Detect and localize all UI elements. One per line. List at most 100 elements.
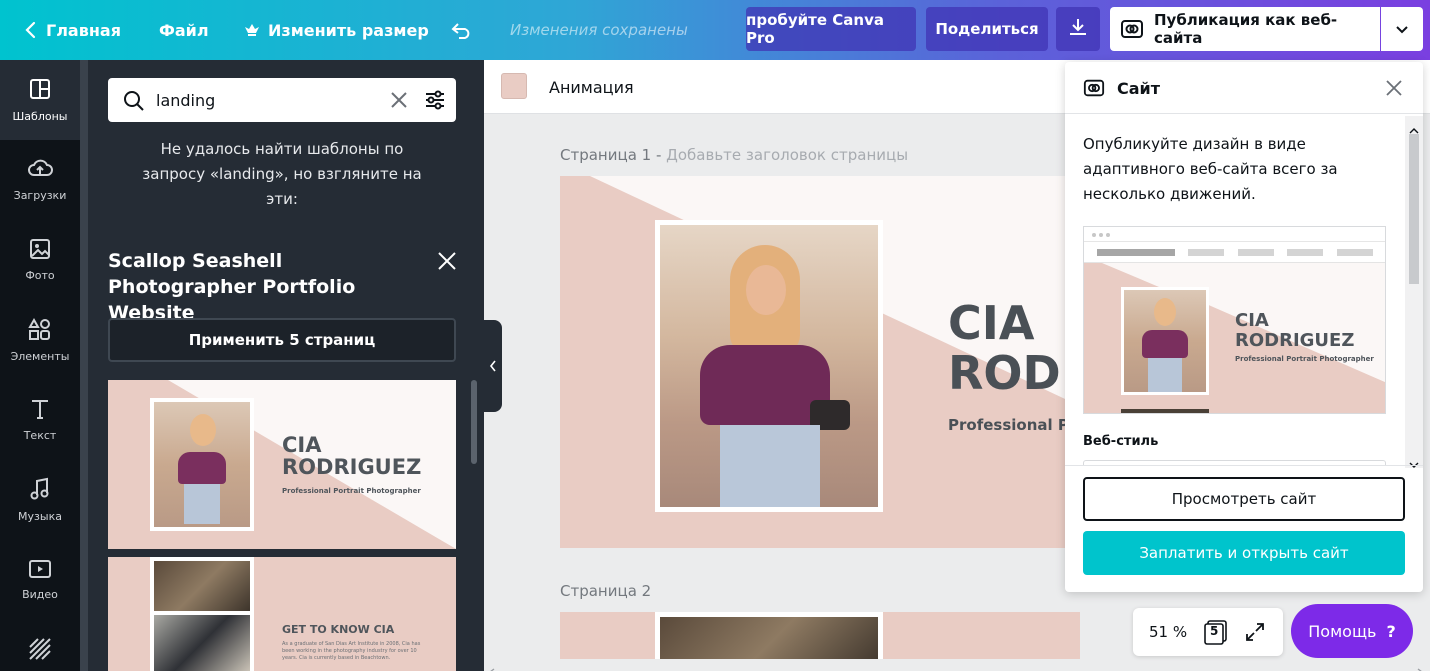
templates-icon — [28, 77, 52, 104]
close-icon[interactable] — [1385, 79, 1403, 101]
search-input[interactable]: landing — [156, 78, 215, 122]
search-icon — [122, 89, 146, 117]
rail-label-photos: Фото — [25, 269, 55, 282]
scroll-down-icon[interactable] — [1409, 454, 1419, 473]
help-button[interactable]: Помощь ? — [1291, 604, 1413, 658]
rail-item-music[interactable]: Музыка — [0, 460, 80, 540]
thumb-1-photo-frame — [150, 398, 254, 531]
scroll-left-icon[interactable] — [488, 661, 496, 671]
thumb-2-body: As a graduate of San Dias Art Institute … — [282, 641, 421, 661]
rail-label-uploads: Загрузки — [13, 189, 67, 202]
page-1-name-line2[interactable]: ROD — [948, 348, 1061, 398]
pattern-icon — [28, 637, 52, 664]
rail-label-video: Видео — [22, 588, 58, 601]
resize-button[interactable]: Изменить размер — [244, 0, 429, 60]
undo-icon — [451, 21, 473, 39]
preview-name-line1: CIA — [1235, 310, 1269, 331]
resize-label: Изменить размер — [268, 20, 429, 40]
scroll-right-icon[interactable] — [1416, 661, 1424, 671]
zoom-controls: 51 % 5 — [1133, 608, 1283, 656]
page-count: 5 — [1210, 624, 1219, 638]
fullscreen-icon[interactable] — [1244, 621, 1266, 647]
website-preview: CIA RODRIGUEZ Professional Portrait Phot… — [1083, 226, 1386, 414]
file-menu[interactable]: Файл — [159, 0, 209, 60]
download-button[interactable] — [1056, 7, 1100, 51]
site-panel-title: Сайт — [1117, 78, 1161, 98]
close-template-icon[interactable] — [436, 250, 458, 272]
rail-label-templates: Шаблоны — [12, 110, 68, 123]
web-style-label: Веб-стиль — [1083, 434, 1159, 449]
thumb-1-name-line1: CIA — [282, 433, 322, 457]
video-icon — [28, 559, 52, 582]
rail-label-elements: Элементы — [10, 350, 70, 363]
rail-item-text[interactable]: Текст — [0, 380, 80, 460]
preview-photo-frame — [1121, 287, 1209, 395]
no-results-message: Не удалось найти шаблоны по запросу «lan… — [142, 140, 422, 208]
thumb-2-heading: GET TO KNOW CIA — [282, 623, 395, 636]
crown-icon — [244, 23, 260, 37]
chevron-down-icon — [1395, 20, 1409, 39]
animation-button[interactable]: Анимация — [549, 60, 634, 114]
download-icon — [1068, 17, 1088, 41]
canvas-horizontal-scrollbar[interactable] — [484, 659, 1430, 671]
page-1-number: Страница 1 - — [560, 146, 662, 164]
rail-item-video[interactable]: Видео — [0, 540, 80, 620]
background-color-swatch[interactable] — [501, 73, 527, 99]
rail-item-photos[interactable]: Фото — [0, 220, 80, 300]
rail-item-elements[interactable]: Элементы — [0, 300, 80, 380]
site-panel-divider — [1065, 465, 1423, 466]
rail-item-uploads[interactable]: Загрузки — [0, 140, 80, 220]
website-icon — [1083, 78, 1105, 102]
publish-dropdown[interactable] — [1381, 7, 1423, 51]
zoom-level[interactable]: 51 % — [1149, 608, 1187, 656]
thumb-1-subtitle: Professional Portrait Photographer — [282, 487, 421, 495]
clear-search-icon[interactable] — [390, 91, 408, 113]
apply-pages-button[interactable]: Применить 5 страниц — [108, 318, 456, 362]
rail-label-text: Текст — [23, 429, 57, 442]
template-page-thumb-2[interactable]: GET TO KNOW CIA As a graduate of San Dia… — [108, 557, 456, 671]
panel-scrollbar[interactable] — [471, 380, 477, 464]
music-icon — [29, 477, 51, 504]
rail-label-music: Музыка — [18, 510, 62, 523]
page-1-photo-frame[interactable] — [655, 220, 883, 512]
rail-item-templates[interactable]: Шаблоны — [0, 60, 80, 140]
preview-subtitle: Professional Portrait Photographer — [1235, 355, 1374, 363]
site-panel-scroll-thumb[interactable] — [1409, 134, 1419, 284]
file-label: Файл — [159, 20, 209, 40]
page-1-name-line1[interactable]: CIA — [948, 298, 1061, 348]
site-panel-description: Опубликуйте дизайн в виде адаптивного ве… — [1083, 135, 1338, 203]
page-1-subtitle[interactable]: Professional Po — [948, 416, 1079, 434]
page-1-label: Страница 1 - Добавьте заголовок страницы — [560, 146, 908, 164]
undo-button[interactable] — [451, 0, 481, 60]
publish-label: Публикация как веб-сайта — [1154, 11, 1338, 47]
chevron-left-icon — [24, 21, 38, 39]
publish-website-button[interactable]: Публикация как веб-сайта — [1110, 7, 1380, 51]
site-panel-scrollbar[interactable] — [1405, 116, 1423, 468]
search-box[interactable]: landing — [108, 78, 456, 122]
page-count-icon[interactable]: 5 — [1203, 619, 1229, 649]
rail-item-more[interactable] — [0, 630, 80, 670]
share-button[interactable]: Поделиться — [926, 7, 1048, 51]
upload-icon — [27, 158, 53, 183]
side-rail: Шаблоны Загрузки Фото Элементы Текст Муз… — [0, 60, 80, 671]
pay-and-open-site-button[interactable]: Заплатить и открыть сайт — [1083, 531, 1405, 575]
home-label: Главная — [46, 20, 121, 40]
panel-left-scroll-rail — [80, 60, 88, 671]
try-pro-button[interactable]: пробуйте Canva Pro — [746, 7, 916, 51]
preview-browser-bar — [1084, 227, 1385, 263]
collapse-panel-handle[interactable] — [484, 320, 502, 412]
home-link[interactable]: Главная — [24, 0, 121, 60]
website-icon — [1120, 19, 1144, 39]
template-page-thumb-1[interactable]: CIA RODRIGUEZ Professional Portrait Phot… — [108, 380, 456, 549]
view-site-button[interactable]: Просмотреть сайт — [1083, 477, 1405, 521]
chevron-left-small-icon — [489, 357, 497, 376]
photo-icon — [28, 238, 52, 263]
save-status: Изменения сохранены — [510, 21, 688, 39]
question-icon: ? — [1386, 621, 1396, 641]
page-1-title-placeholder[interactable]: Добавьте заголовок страницы — [666, 146, 908, 164]
site-panel-header: Сайт — [1065, 62, 1423, 114]
top-bar: Главная Файл Изменить размер Изменения с… — [0, 0, 1430, 60]
filter-icon[interactable] — [424, 89, 446, 115]
elements-icon — [27, 317, 53, 344]
page-1-canvas[interactable]: CIA ROD Professional Po — [560, 176, 1080, 548]
